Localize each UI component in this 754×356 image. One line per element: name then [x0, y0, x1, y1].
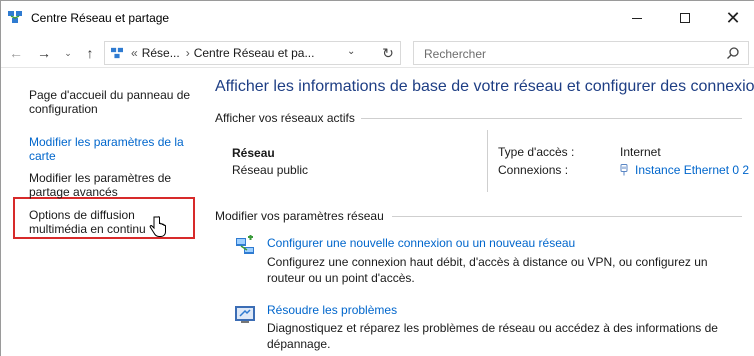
network-center-icon [8, 11, 22, 23]
search-icon[interactable] [726, 46, 740, 60]
troubleshoot-description: Diagnostiquez et réparez les problèmes d… [267, 321, 718, 351]
breadcrumb-item-center[interactable]: Centre Réseau et pa... [194, 46, 315, 60]
maximize-icon [680, 13, 690, 23]
close-icon: ✕ [725, 7, 741, 28]
section-divider [350, 118, 742, 119]
refresh-button[interactable]: ↻ [379, 44, 397, 62]
modify-settings-heading: Modifier vos paramètres réseau [215, 209, 390, 223]
breadcrumb-item-network[interactable]: Rése... [142, 46, 180, 60]
sidebar-item-advanced-sharing[interactable]: Modifier les paramètres de partage avanc… [29, 171, 194, 199]
network-name: Réseau [232, 146, 275, 160]
window: Centre Réseau et partage ✕ ← → ⌄ ↑ « Rés… [0, 0, 754, 356]
hand-cursor-icon [149, 216, 166, 237]
arrow-left-icon: ← [9, 45, 23, 61]
network-center-icon [111, 47, 123, 59]
connections-label: Connexions : [498, 163, 569, 177]
minimize-icon [632, 17, 642, 19]
setup-connection-description: Configurez une connexion haut débit, d'a… [267, 255, 708, 285]
search-input[interactable]: Rechercher [424, 47, 486, 61]
minimize-button[interactable] [617, 5, 657, 31]
connection-name[interactable]: Instance Ethernet 0 2 [635, 163, 749, 177]
connection-link[interactable]: Instance Ethernet 0 2 [620, 163, 749, 177]
section-divider [392, 216, 742, 217]
ethernet-icon [620, 164, 628, 176]
sidebar-item-control-panel-home[interactable]: Page d'accueil du panneau de configurati… [29, 88, 194, 116]
back-button[interactable]: ← [7, 44, 25, 62]
maximize-button[interactable] [665, 5, 705, 31]
setup-connection-link[interactable]: Configurer une nouvelle connexion ou un … [267, 236, 575, 250]
window-title: Centre Réseau et partage [31, 11, 170, 25]
sidebar-item-media-streaming[interactable]: Options de diffusion multimédia en conti… [29, 208, 194, 236]
up-button[interactable]: ↑ [81, 44, 99, 62]
address-dropdown-icon[interactable]: ⌄ [347, 46, 355, 57]
arrow-right-icon: → [37, 45, 51, 61]
new-connection-icon [236, 235, 254, 254]
troubleshoot-icon [235, 306, 255, 323]
arrow-up-icon: ↑ [86, 45, 94, 61]
search-box[interactable]: Rechercher [413, 41, 749, 65]
sidebar-item-change-adapter-settings[interactable]: Modifier les paramètres de la carte [29, 135, 194, 163]
navigation-bar: ← → ⌄ ↑ « Rése... › Centre Réseau et pa.… [1, 38, 754, 68]
title-bar: Centre Réseau et partage ✕ [1, 1, 754, 35]
network-type: Réseau public [232, 163, 309, 177]
troubleshoot-link[interactable]: Résoudre les problèmes [267, 303, 397, 317]
active-networks-heading: Afficher vos réseaux actifs [215, 111, 361, 125]
close-button[interactable]: ✕ [713, 5, 753, 31]
recent-locations-button[interactable]: ⌄ [59, 44, 77, 62]
vertical-divider [487, 130, 488, 192]
breadcrumb-separator[interactable]: › [186, 46, 190, 60]
address-bar[interactable]: « Rése... › Centre Réseau et pa... ⌄ [104, 41, 401, 65]
breadcrumb-overflow[interactable]: « [131, 46, 138, 60]
forward-button[interactable]: → [35, 44, 53, 62]
chevron-down-icon: ⌄ [64, 47, 72, 58]
sidebar: Page d'accueil du panneau de configurati… [1, 69, 201, 356]
refresh-icon: ↻ [382, 44, 394, 61]
main-content: Afficher les informations de base de vot… [214, 69, 754, 356]
access-type-value: Internet [620, 145, 661, 159]
page-title: Afficher les informations de base de vot… [215, 78, 754, 95]
access-type-label: Type d'accès : [498, 145, 575, 159]
